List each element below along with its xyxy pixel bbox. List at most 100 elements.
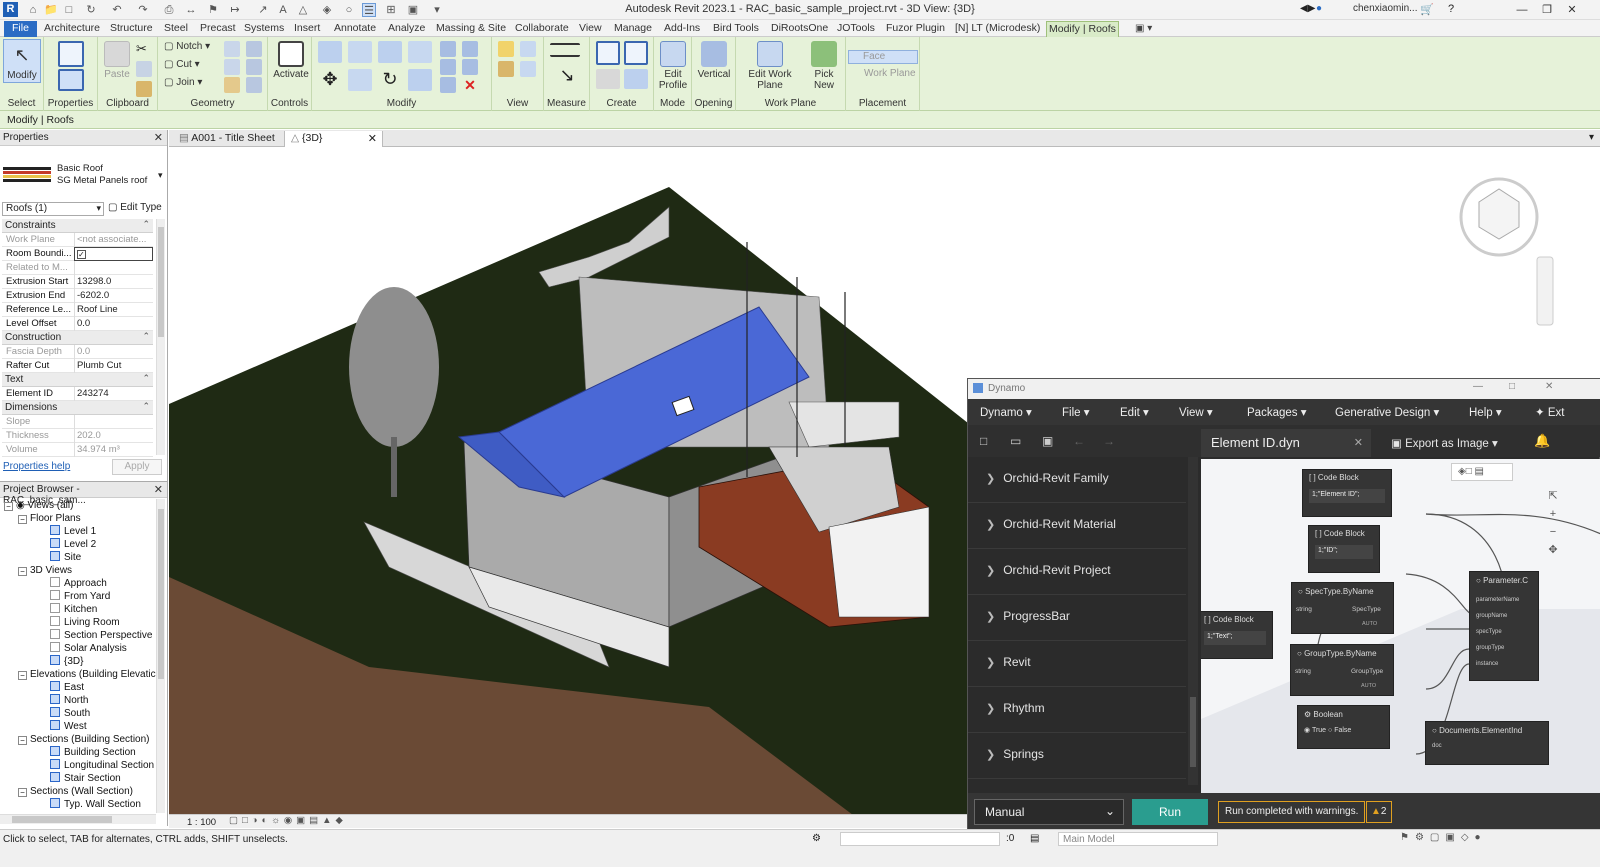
- work-plane-placement-button[interactable]: Work Plane: [848, 68, 916, 79]
- rotate-icon[interactable]: ↻: [378, 69, 402, 91]
- create-group-icon[interactable]: [596, 69, 620, 89]
- tab-modify-roofs[interactable]: Modify | Roofs: [1046, 21, 1119, 37]
- view-tab-3d[interactable]: △ {3D} ✕: [285, 131, 383, 147]
- new-file-icon[interactable]: □: [980, 434, 987, 448]
- wall-joins-icon[interactable]: [224, 41, 240, 57]
- 3d-view-icon[interactable]: △: [296, 3, 310, 17]
- tab-file[interactable]: File: [4, 21, 37, 37]
- library-item[interactable]: ❯ ProgressBar: [968, 595, 1186, 641]
- text-section[interactable]: Text: [2, 373, 153, 387]
- zoom-controls[interactable]: ⇱ + − ✥: [1546, 487, 1560, 559]
- create-similar-icon[interactable]: [624, 69, 648, 89]
- type-selector-dropdown[interactable]: ▾: [158, 170, 163, 181]
- create-assembly-icon[interactable]: [596, 41, 620, 65]
- graph-canvas[interactable]: ◈□ ▤ ⇱ + − ✥ [ ] Code Block 1;"Element ID";…: [1201, 459, 1600, 793]
- tab-precast[interactable]: Precast: [198, 21, 238, 37]
- callout-icon[interactable]: ○: [342, 3, 356, 17]
- node-code-block[interactable]: [ ] Code Block 1;"ID";: [1308, 525, 1380, 573]
- tree-item[interactable]: Solar Analysis: [50, 642, 127, 655]
- tab-view[interactable]: View: [577, 21, 604, 37]
- edit-profile-button[interactable]: Edit Profile: [656, 39, 690, 91]
- align-icon[interactable]: [318, 41, 342, 63]
- type-properties-icon[interactable]: [58, 41, 84, 67]
- tab-fuzor-plugin[interactable]: Fuzor Plugin: [884, 21, 947, 37]
- detail-line-icon[interactable]: ↗: [256, 3, 270, 17]
- workset-dropdown[interactable]: [840, 832, 1000, 846]
- dimension-tool-icon[interactable]: ↘: [554, 65, 580, 87]
- pin-icon[interactable]: [440, 77, 456, 93]
- create-parts-icon[interactable]: [624, 41, 648, 65]
- canvas-view-toggle[interactable]: ◈□ ▤: [1451, 463, 1513, 481]
- properties-help-link[interactable]: Properties help: [3, 461, 70, 472]
- export-as-image-button[interactable]: ▣ Export as Image ▾: [1391, 436, 1498, 450]
- revit-logo[interactable]: R: [3, 2, 18, 17]
- edit-type-button[interactable]: ▢ Edit Type: [108, 202, 162, 213]
- redo-icon[interactable]: →: [1103, 434, 1115, 448]
- apply-button[interactable]: Apply: [112, 459, 162, 475]
- tree-item[interactable]: Stair Section: [50, 772, 121, 785]
- tag-icon[interactable]: ⚑: [206, 3, 220, 17]
- library-item[interactable]: ❯ Revit: [968, 641, 1186, 687]
- redo-icon[interactable]: ↷: [136, 3, 150, 17]
- library-scrollbar[interactable]: [1188, 457, 1198, 785]
- array-icon[interactable]: [440, 59, 456, 75]
- run-mode-dropdown[interactable]: Manual ⌄: [974, 799, 1124, 825]
- node-code-block[interactable]: [ ] Code Block 1;"Element ID";: [1302, 469, 1392, 517]
- section-icon[interactable]: ◈: [320, 3, 334, 17]
- tree-sections[interactable]: − Sections (Building Section): [18, 733, 150, 746]
- user-name[interactable]: chenxiaomin...: [1353, 3, 1417, 14]
- offset-icon[interactable]: [348, 41, 372, 63]
- join-button[interactable]: ▢ Join ▾: [164, 77, 202, 88]
- close-button[interactable]: ✕: [1545, 381, 1553, 392]
- tree-item[interactable]: {3D}: [50, 655, 83, 668]
- tree-item[interactable]: Approach: [50, 577, 107, 590]
- browser-scrollbar[interactable]: [156, 499, 165, 813]
- home-icon[interactable]: ⌂: [26, 3, 40, 17]
- tree-item[interactable]: South: [50, 707, 90, 720]
- undo-icon[interactable]: ↶: [110, 3, 124, 17]
- room-bounding-checkbox[interactable]: ✓: [74, 247, 153, 261]
- node-boolean[interactable]: ⚙ Boolean ◉ True ○ False: [1297, 705, 1390, 749]
- tree-item[interactable]: East: [50, 681, 84, 694]
- tree-elevations[interactable]: − Elevations (Building Elevatic: [18, 668, 156, 681]
- tab-annotate[interactable]: Annotate: [332, 21, 378, 37]
- tree-floor-plans[interactable]: − Floor Plans: [18, 512, 81, 525]
- scale-icon[interactable]: [462, 59, 478, 75]
- mirror-draw-icon[interactable]: [408, 41, 432, 63]
- notch-button[interactable]: ▢ Notch ▾: [164, 41, 210, 52]
- beam-column-icon[interactable]: [246, 77, 262, 93]
- browser-hscrollbar[interactable]: [0, 814, 156, 824]
- workspace-tab[interactable]: Element ID.dyn ✕: [1201, 429, 1371, 457]
- tab-manage[interactable]: Manage: [612, 21, 654, 37]
- tree-item[interactable]: West: [50, 720, 87, 733]
- copy-icon[interactable]: [136, 61, 152, 77]
- tabs-overflow-icon[interactable]: ▾: [1589, 132, 1594, 143]
- vertical-opening-button[interactable]: Vertical: [696, 39, 732, 80]
- dimension-icon[interactable]: ↦: [228, 3, 242, 17]
- edit-work-plane-button[interactable]: Edit Work Plane: [742, 39, 798, 91]
- constraints-section[interactable]: Constraints: [2, 219, 153, 233]
- close-icon[interactable]: ✕: [1354, 436, 1363, 449]
- node-spectype-byname[interactable]: ○ SpecType.ByName string SpecType AUTO: [1291, 582, 1394, 634]
- menu-file[interactable]: File ▾: [1062, 405, 1090, 419]
- tree-item[interactable]: North: [50, 694, 88, 707]
- search-arrows-icon[interactable]: ◀▶: [1300, 3, 1315, 14]
- tab-structure[interactable]: Structure: [108, 21, 155, 37]
- menu-packages[interactable]: Packages ▾: [1247, 405, 1306, 419]
- menu-edit[interactable]: Edit ▾: [1120, 405, 1149, 419]
- warnings-badge[interactable]: ▲2: [1366, 801, 1392, 823]
- help-icon[interactable]: ?: [1448, 3, 1454, 15]
- save-icon[interactable]: ▣: [1042, 434, 1053, 448]
- switch-windows-icon[interactable]: ▣: [406, 3, 420, 17]
- boolean-radio[interactable]: ◉ True ○ False: [1298, 723, 1389, 737]
- tree-item[interactable]: Section Perspective: [50, 629, 152, 642]
- cut-clipboard-icon[interactable]: ✂: [136, 41, 152, 57]
- tree-item[interactable]: Longitudinal Section: [50, 759, 154, 772]
- tab-add-ins[interactable]: Add-Ins: [662, 21, 702, 37]
- construction-section[interactable]: Construction: [2, 331, 153, 345]
- tree-item[interactable]: Level 1: [50, 525, 96, 538]
- override-icon[interactable]: [498, 41, 514, 57]
- tree-item[interactable]: Building Section: [50, 746, 136, 759]
- text-icon[interactable]: A: [276, 3, 290, 17]
- menu-dynamo[interactable]: Dynamo ▾: [980, 405, 1032, 419]
